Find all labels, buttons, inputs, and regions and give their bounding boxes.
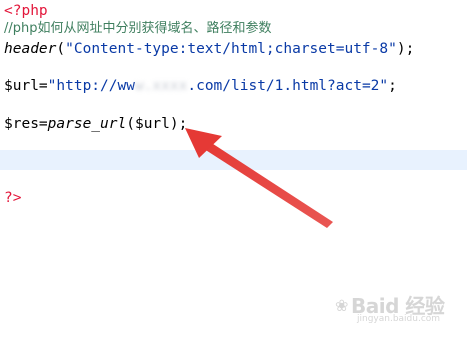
code-line-5: $url="http://www.xxxx.com/list/1.html?ac… xyxy=(4,75,397,97)
watermark-url: jingyan.baidu.com xyxy=(357,314,441,324)
res-variable: $res= xyxy=(4,116,48,132)
paw-icon: ❀ xyxy=(335,296,349,315)
parse-url-function: parse_url xyxy=(47,116,127,132)
url-string-blurred: w.xxxx xyxy=(134,78,188,94)
url-string-start: "http://ww xyxy=(47,78,135,94)
url-string-end: .com/list/1.html?act=2" xyxy=(187,78,389,94)
code-line-3: header("Content-type:text/html;charset=u… xyxy=(4,38,414,60)
content-type-string: "Content-type:text/html;charset=utf-8" xyxy=(65,41,397,57)
php-open-tag: <?php xyxy=(4,3,48,19)
current-line-highlight xyxy=(0,150,467,170)
php-close-tag: ?> xyxy=(4,190,22,206)
url-variable: $url= xyxy=(4,78,48,94)
statement-end: ; xyxy=(388,78,397,94)
header-function: header xyxy=(4,41,57,57)
baidu-jingyan-watermark: ❀ Baid 经验 jingyan.baidu.com xyxy=(335,290,461,330)
parse-url-args: ($url); xyxy=(126,116,188,132)
code-line-2: //php如何从网址中分别获得域名、路径和参数 xyxy=(4,18,272,40)
code-comment: //php如何从网址中分别获得域名、路径和参数 xyxy=(4,21,272,36)
statement-end: ); xyxy=(396,41,415,57)
code-line-7: $res=parse_url($url); xyxy=(4,113,187,135)
open-paren: ( xyxy=(56,41,66,57)
code-line-10: ?> xyxy=(4,187,21,209)
